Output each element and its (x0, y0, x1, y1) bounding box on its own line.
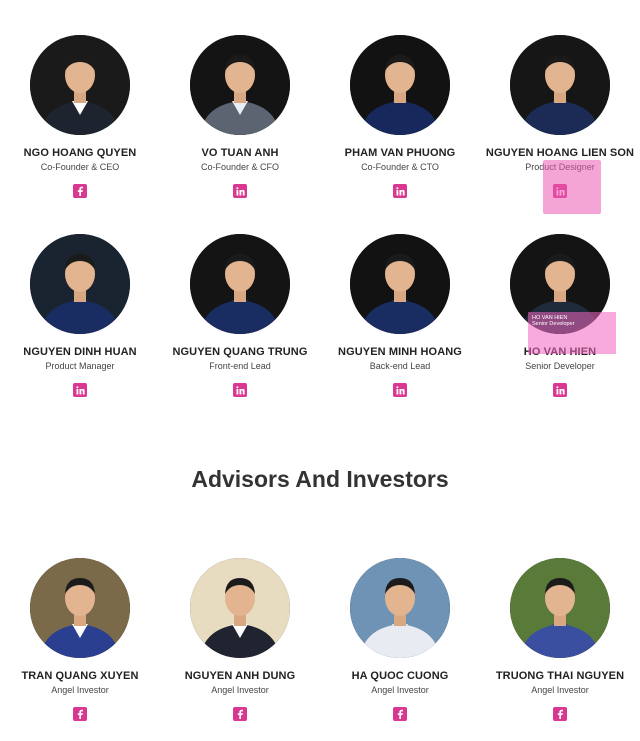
portrait-image (510, 35, 610, 135)
avatar (510, 35, 610, 135)
member-role: Front-end Lead (209, 361, 271, 371)
member-name: NGUYEN DINH HUAN (23, 346, 137, 358)
facebook-icon[interactable] (233, 707, 247, 721)
member-role: Product Manager (45, 361, 115, 371)
portrait-image (510, 558, 610, 658)
hover-highlight (543, 160, 601, 214)
member-name: NGO HOANG QUYEN (23, 147, 137, 159)
member-role: Angel Investor (371, 685, 429, 695)
portrait-image (350, 234, 450, 334)
avatar (30, 558, 130, 658)
member-role: Co-Founder & CTO (361, 162, 439, 172)
linkedin-icon[interactable] (233, 184, 247, 198)
member-name: VO TUAN ANH (201, 147, 279, 159)
linkedin-icon[interactable] (233, 383, 247, 397)
bio-role: Senior Developer (532, 321, 575, 327)
member-name: NGUYEN MINH HOANG (338, 346, 462, 358)
member-role: Angel Investor (211, 685, 269, 695)
linkedin-icon[interactable] (553, 383, 567, 397)
member-role: Angel Investor (51, 685, 109, 695)
portrait-image (30, 35, 130, 135)
member-name: NGUYEN HOANG LIEN SON (485, 147, 635, 159)
portrait-image (350, 35, 450, 135)
linkedin-icon[interactable] (393, 184, 407, 198)
avatar (350, 234, 450, 334)
member-name: TRUONG THAI NGUYEN (495, 670, 625, 682)
member-name: TRAN QUANG XUYEN (21, 670, 139, 682)
member-role: Back-end Lead (369, 361, 431, 371)
avatar (30, 234, 130, 334)
avatar (190, 234, 290, 334)
portrait-image (350, 558, 450, 658)
avatar (190, 35, 290, 135)
member-role: Angel Investor (531, 685, 589, 695)
member-role: Senior Developer (525, 361, 595, 371)
avatar (350, 35, 450, 135)
member-role: Co-Founder & CFO (200, 162, 280, 172)
portrait-image (190, 35, 290, 135)
facebook-icon[interactable] (393, 707, 407, 721)
linkedin-icon[interactable] (73, 383, 87, 397)
avatar (30, 35, 130, 135)
facebook-icon[interactable] (73, 707, 87, 721)
portrait-image (30, 234, 130, 334)
member-name: HA QUOC CUONG (351, 670, 449, 682)
section-title-advisors: Advisors And Investors (191, 466, 449, 492)
portrait-image (190, 234, 290, 334)
facebook-icon[interactable] (73, 184, 87, 198)
facebook-icon[interactable] (553, 707, 567, 721)
bio-overlay[interactable]: HO VAN HIEN Senior Developer (528, 312, 616, 354)
member-role: Co-Founder & CEO (40, 162, 120, 172)
member-name: NGUYEN ANH DUNG (184, 670, 296, 682)
member-name: NGUYEN QUANG TRUNG (172, 346, 308, 358)
avatar (510, 558, 610, 658)
avatar (350, 558, 450, 658)
linkedin-icon[interactable] (393, 383, 407, 397)
avatar (190, 558, 290, 658)
portrait-image (30, 558, 130, 658)
portrait-image (190, 558, 290, 658)
member-name: PHAM VAN PHUONG (344, 147, 456, 159)
